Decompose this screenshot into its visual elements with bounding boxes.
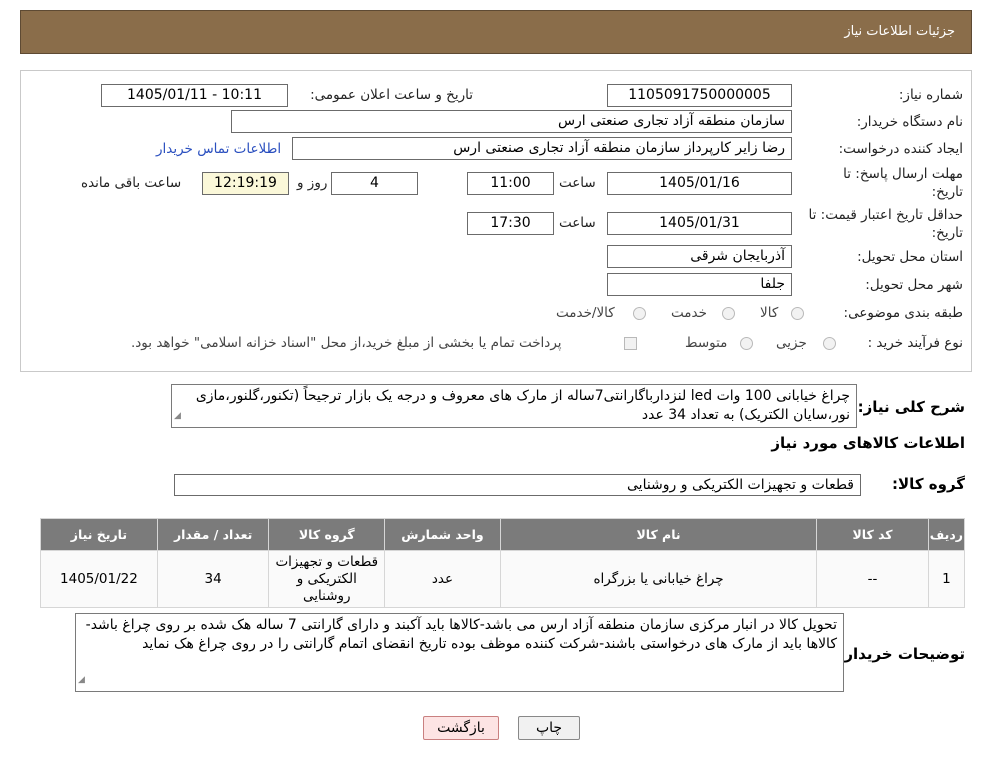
category-option-both: کالا/خدمت [556, 305, 615, 321]
col-name: نام کالا [499, 518, 818, 551]
category-radio-both[interactable] [633, 307, 646, 320]
treasury-checkbox[interactable] [624, 337, 637, 350]
validity-date-field: 1405/01/31 [607, 212, 792, 235]
process-radio-medium[interactable] [740, 337, 753, 350]
buyer-notes-label: توضیحات خریدار: [838, 645, 965, 663]
remaining-time-field: 12:19:19 [202, 172, 289, 195]
category-option-goods: کالا [760, 305, 779, 321]
validity-label: حداقل تاریخ اعتبار قیمت: تا [808, 207, 963, 223]
page-title: جزئیات اطلاعات نیاز [844, 24, 955, 39]
cell-code: -- [816, 550, 929, 608]
validity-time-field: 17:30 [467, 212, 554, 235]
summary-label: شرح کلی نیاز: [857, 398, 965, 416]
resize-grip-icon: ◢ [78, 675, 85, 685]
deadline-time-field: 11:00 [467, 172, 554, 195]
goods-group-field: قطعات و تجهیزات الکتریکی و روشنایی [174, 474, 861, 496]
col-row: ردیف [927, 518, 966, 551]
remaining-label: ساعت باقی مانده [81, 175, 182, 191]
summary-textarea[interactable]: چراغ خیابانی 100 وات led لنزداربا‌گارانت… [171, 384, 857, 428]
process-label: نوع فرآیند خرید : [867, 335, 963, 351]
items-table-header: ردیف کد کالا نام کالا واحد شمارش گروه کا… [40, 518, 966, 551]
validity-time-label: ساعت [559, 215, 596, 231]
cell-need-date: 1405/01/22 [40, 550, 158, 608]
buyer-org-field: سازمان منطقه آزاد تجاری صنعتی ارس [231, 110, 792, 133]
creator-field: رضا زایر کارپرداز سازمان منطقه آزاد تجار… [292, 137, 792, 160]
need-number-field: 1105091750000005 [607, 84, 792, 107]
city-label: شهر محل تحویل: [865, 277, 963, 293]
category-radio-goods[interactable] [791, 307, 804, 320]
cell-group: قطعات و تجهیزات الکتریکی و روشنایی [268, 550, 386, 608]
col-need-date: تاریخ نیاز [40, 518, 158, 551]
province-field: آذربایجان شرقی [607, 245, 792, 268]
buyer-notes-text: تحویل کالا در انبار مرکزی سازمان منطقه آ… [85, 617, 837, 652]
col-group: گروه کالا [268, 518, 386, 551]
back-button[interactable]: بازگشت [423, 716, 499, 740]
cell-unit: عدد [384, 550, 501, 608]
col-code: کد کالا [816, 518, 929, 551]
category-label: طبقه بندی موضوعی: [843, 305, 963, 321]
deadline-date-field: 1405/01/16 [607, 172, 792, 195]
col-quantity: تعداد / مقدار [156, 518, 270, 551]
category-option-service: خدمت [671, 305, 707, 321]
buyer-notes-textarea[interactable]: تحویل کالا در انبار مرکزی سازمان منطقه آ… [75, 613, 844, 692]
cell-name: چراغ خیابانی یا بزرگراه [499, 550, 818, 608]
summary-text: چراغ خیابانی 100 وات led لنزداربا‌گارانت… [195, 388, 850, 423]
details-panel: شماره نیاز: 1105091750000005 تاریخ و ساع… [20, 70, 972, 372]
process-option-minor: جزیی [776, 335, 807, 351]
category-radio-service[interactable] [722, 307, 735, 320]
need-number-label: شماره نیاز: [898, 87, 963, 103]
days-label: روز و [297, 175, 328, 191]
creator-label: ایجاد کننده درخواست: [838, 141, 963, 157]
items-table: ردیف کد کالا نام کالا واحد شمارش گروه کا… [40, 518, 966, 608]
province-label: استان محل تحویل: [857, 249, 963, 265]
deadline-label: مهلت ارسال پاسخ: تا [843, 166, 963, 182]
cell-row: 1 [927, 550, 966, 608]
deadline-label-date: تاریخ: [931, 184, 963, 200]
goods-group-label: گروه کالا: [892, 475, 965, 493]
process-radio-minor[interactable] [823, 337, 836, 350]
city-field: جلفا [607, 273, 792, 296]
validity-label-date: تاریخ: [931, 225, 963, 241]
resize-grip-icon: ◢ [174, 411, 181, 421]
buyer-contact-link[interactable]: اطلاعات تماس خریدار [156, 141, 281, 157]
announce-label: تاریخ و ساعت اعلان عمومی: [310, 87, 473, 103]
process-option-medium: متوسط [685, 335, 728, 351]
treasury-note: پرداخت تمام یا بخشی از مبلغ خرید،از محل … [131, 335, 562, 351]
page-header: جزئیات اطلاعات نیاز [20, 10, 972, 54]
col-unit: واحد شمارش [384, 518, 501, 551]
buyer-org-label: نام دستگاه خریدار: [856, 114, 963, 130]
cell-quantity: 34 [156, 550, 270, 608]
remaining-days-field: 4 [331, 172, 418, 195]
deadline-time-label: ساعت [559, 175, 596, 191]
goods-section-title: اطلاعات کالاهای مورد نیاز [771, 434, 965, 452]
announce-datetime-field: 1405/01/11 - 10:11 [101, 84, 288, 107]
print-button[interactable]: چاپ [518, 716, 580, 740]
table-row: 1 -- چراغ خیابانی یا بزرگراه عدد قطعات و… [40, 550, 966, 608]
